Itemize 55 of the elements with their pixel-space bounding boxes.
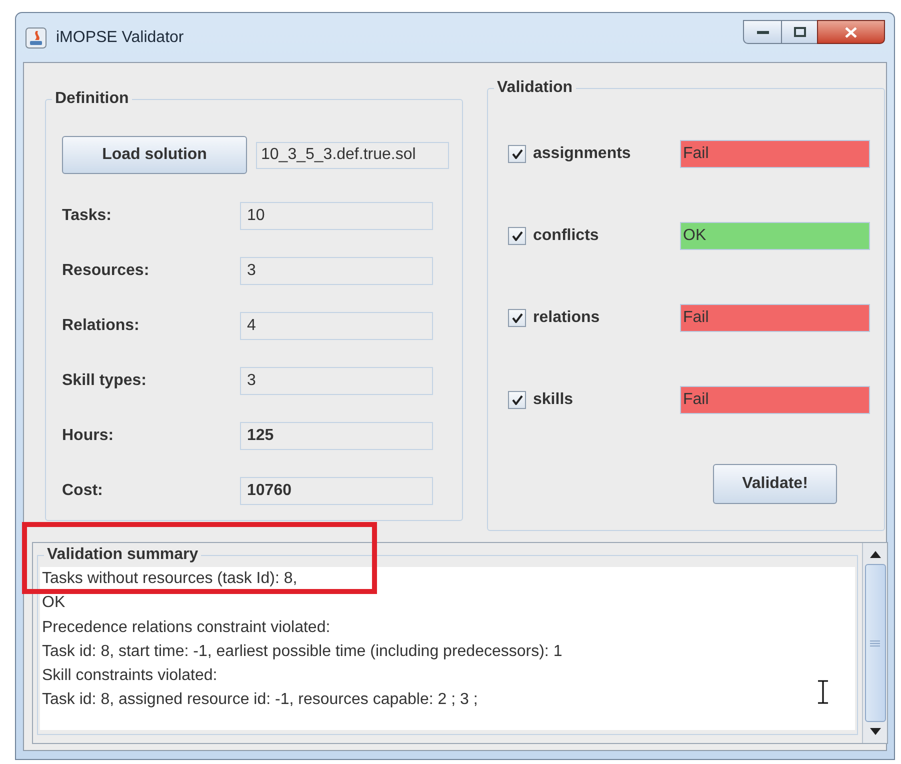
result-field: OK (680, 222, 870, 250)
value-field[interactable]: 10 (240, 202, 433, 230)
summary-text-area[interactable] (40, 567, 855, 730)
minimize-icon (756, 29, 768, 35)
check-icon (512, 149, 522, 159)
close-button[interactable] (817, 20, 885, 44)
result-field: Fail (680, 386, 870, 414)
field-label: Skill types: (62, 370, 148, 390)
panel-title: Validation summary (46, 545, 200, 565)
check-icon (512, 313, 522, 323)
panel-title: Definition (54, 89, 130, 109)
file-field[interactable]: 10_3_5_3.def.true.sol (256, 142, 449, 168)
check-icon (512, 395, 522, 405)
check-icon (512, 231, 522, 241)
scroll-up-icon[interactable] (870, 551, 880, 558)
field-label: Hours: (62, 426, 115, 446)
checkbox[interactable] (508, 227, 526, 245)
load-solution-button[interactable]: Load solution (62, 136, 247, 174)
summary-line: Skill constraints violated: (42, 666, 218, 686)
summary-line: Tasks without resources (task Id): 8, (42, 569, 298, 589)
window-title: iMOPSE Validator (56, 28, 184, 48)
value-field[interactable]: 10760 (240, 476, 433, 504)
value-field[interactable]: 125 (240, 422, 433, 450)
summary-line: Precedence relations constraint violated: (42, 618, 330, 638)
result-field: Fail (680, 304, 870, 332)
minimize-button[interactable] (743, 20, 782, 44)
app-icon (25, 26, 47, 48)
field-label: Tasks: (62, 206, 113, 226)
result-field: Fail (680, 140, 870, 168)
maximize-button[interactable] (782, 20, 817, 44)
summary-line: Task id: 8, assigned resource id: -1, resources capable: 2 ; 3 ; (42, 690, 478, 710)
field-label: Resources: (62, 260, 150, 280)
field-label: Cost: (62, 480, 104, 500)
scrollbar[interactable] (862, 543, 887, 743)
check-label: conflicts (533, 226, 600, 246)
value-field[interactable]: 3 (240, 256, 433, 284)
value-field[interactable]: 3 (240, 366, 433, 394)
summary-line: Task id: 8, start time: -1, earliest possible time (including predecessors): 1 (42, 642, 562, 662)
maximize-icon (794, 27, 806, 37)
check-label: relations (533, 308, 601, 328)
text-cursor-icon (817, 680, 829, 704)
value-field[interactable]: 4 (240, 312, 433, 340)
scroll-thumb[interactable] (864, 564, 886, 722)
grip-icon (870, 640, 880, 646)
validate-button[interactable]: Validate! (713, 464, 837, 504)
check-label: skills (533, 390, 574, 410)
panel-title: Validation (496, 78, 574, 98)
close-icon (845, 26, 857, 38)
summary-line: OK (42, 593, 66, 614)
check-label: assignments (533, 144, 632, 164)
scroll-down-icon[interactable] (870, 728, 880, 735)
checkbox[interactable] (508, 309, 526, 327)
checkbox[interactable] (508, 145, 526, 163)
checkbox[interactable] (508, 391, 526, 409)
field-label: Relations: (62, 316, 140, 336)
